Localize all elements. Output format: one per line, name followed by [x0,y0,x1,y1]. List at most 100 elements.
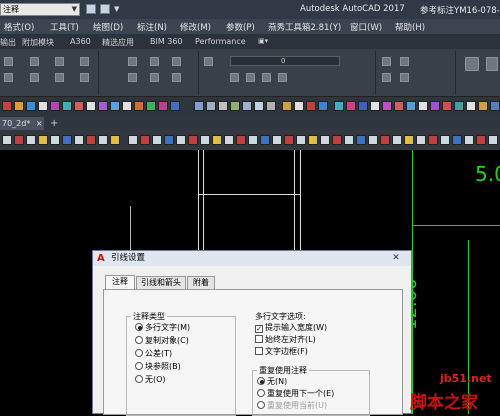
toolbar-tool-icon[interactable] [452,135,462,145]
ribbon-tool-icon[interactable] [465,57,479,71]
checkbox-always-left-justify[interactable]: 始终左对齐(L) [255,335,316,345]
new-tab-button[interactable]: + [50,117,58,130]
ribbon-tool-icon[interactable] [172,57,181,66]
ribbon-tool-icon[interactable] [382,57,391,66]
radio-button[interactable] [135,336,143,344]
toolbar-tool-icon[interactable] [158,101,168,111]
layer-dropdown[interactable]: 0 [230,56,340,66]
radio-reuse-none[interactable]: 无(N) [257,377,287,387]
ribbon-tab-featured-apps[interactable]: 精选应用 [102,37,134,48]
checkbox-frame-text[interactable]: 文字边框(F) [255,347,308,357]
layer-properties-icon[interactable] [204,57,213,66]
toolbar-tool-icon[interactable] [188,135,198,145]
toolbar-tool-icon[interactable] [74,101,84,111]
toolbar-tool-icon[interactable] [382,101,392,111]
toolbar-tool-icon[interactable] [230,101,240,111]
ribbon-tool-icon[interactable] [150,57,159,66]
ribbon-tool-icon[interactable] [230,73,239,82]
toolbar-tool-icon[interactable] [392,135,402,145]
toolbar-tool-icon[interactable] [358,101,368,111]
toolbar-tool-icon[interactable] [74,135,84,145]
toolbar-tool-icon[interactable] [332,135,342,145]
radio-button[interactable] [135,323,143,331]
ribbon-tool-icon[interactable] [382,73,391,82]
toolbar-tool-icon[interactable] [206,101,216,111]
toolbar-tool-icon[interactable] [14,135,24,145]
toolbar-tool-icon[interactable] [170,101,180,111]
ribbon-tab-a360[interactable]: A360 [70,37,91,46]
toolbar-tool-icon[interactable] [86,135,96,145]
ribbon-tool-icon[interactable] [486,57,498,71]
toolbar-tool-icon[interactable] [346,101,356,111]
toolbar-tool-icon[interactable] [212,135,222,145]
toolbar-tool-icon[interactable] [334,101,344,111]
tab-attachment[interactable]: 附着 [187,276,215,290]
radio-none[interactable]: 无(O) [135,375,166,385]
radio-tolerance[interactable]: 公差(T) [135,349,172,359]
menu-parametric[interactable]: 参数(P) [226,21,255,33]
radio-block-reference[interactable]: 块参照(B) [135,362,181,372]
ribbon-tool-icon[interactable] [4,57,13,66]
toolbar-tool-icon[interactable] [488,135,498,145]
toolbar-tool-icon[interactable] [26,101,36,111]
ribbon-tab-bim360[interactable]: BIM 360 [150,37,183,46]
toolbar-tool-icon[interactable] [272,135,282,145]
radio-copy-object[interactable]: 复制对象(C) [135,336,189,346]
toolbar-tool-icon[interactable] [146,101,156,111]
toolbar-tool-icon[interactable] [296,135,306,145]
toolbar-tool-icon[interactable] [38,135,48,145]
menu-draw[interactable]: 绘图(D) [93,21,123,33]
menu-help[interactable]: 帮助(H) [395,21,425,33]
toolbar-tool-icon[interactable] [2,135,12,145]
toolbar-tool-icon[interactable] [50,101,60,111]
menu-dimension[interactable]: 标注(N) [137,21,167,33]
toolbar-tool-icon[interactable] [98,135,108,145]
toolbar-tool-icon[interactable] [110,101,120,111]
toolbar-tool-icon[interactable] [442,101,452,111]
toolbar-tool-icon[interactable] [418,101,428,111]
checkbox-prompt-width[interactable]: ✓ 提示输入宽度(W) [255,323,327,333]
quick-access-more-icon[interactable]: ▼ [114,4,121,14]
toolbar-tool-icon[interactable] [236,135,246,145]
toolbar-tool-icon[interactable] [394,101,404,111]
workspace-dropdown[interactable]: 注释 ▼ [0,3,80,16]
toolbar-tool-icon[interactable] [428,135,438,145]
menu-format[interactable]: 格式(O) [4,21,34,33]
ribbon-collapse-icon[interactable]: ▣▾ [258,37,268,45]
toolbar-tool-icon[interactable] [176,135,186,145]
toolbar-tool-icon[interactable] [260,135,270,145]
radio-mtext[interactable]: 多行文字(M) [135,323,190,333]
ribbon-tool-icon[interactable] [80,73,89,82]
ribbon-tool-icon[interactable] [128,73,137,82]
checkbox[interactable] [255,335,263,343]
toolbar-tool-icon[interactable] [62,101,72,111]
ribbon-tab-performance[interactable]: Performance [195,37,246,46]
toolbar-tool-icon[interactable] [62,135,72,145]
toolbar-tool-icon[interactable] [356,135,366,145]
ribbon-tool-icon[interactable] [4,73,13,82]
tab-annotation[interactable]: 注释 [105,275,135,290]
radio-button[interactable] [135,349,143,357]
radio-reuse-next[interactable]: 重复使用下一个(E) [257,389,334,399]
toolbar-tool-icon[interactable] [50,135,60,145]
radio-button[interactable] [257,377,265,385]
toolbar-tool-icon[interactable] [404,135,414,145]
toolbar-tool-icon[interactable] [464,135,474,145]
ribbon-tool-icon[interactable] [128,57,137,66]
toolbar-tool-icon[interactable] [406,101,416,111]
ribbon-tab-output[interactable]: 输出 [0,37,16,48]
toolbar-tool-icon[interactable] [200,135,210,145]
toolbar-tool-icon[interactable] [86,101,96,111]
ribbon-tool-icon[interactable] [400,57,409,66]
ribbon-tool-icon[interactable] [278,73,287,82]
menu-modify[interactable]: 修改(M) [180,21,211,33]
toolbar-tool-icon[interactable] [454,101,464,111]
checkbox[interactable] [255,347,263,355]
toolbar-tool-icon[interactable] [254,101,264,111]
toolbar-tool-icon[interactable] [344,135,354,145]
toolbar-tool-icon[interactable] [308,135,318,145]
toolbar-tool-icon[interactable] [122,101,132,111]
save-icon[interactable] [86,4,96,14]
toolbar-tool-icon[interactable] [370,101,380,111]
toolbar-tool-icon[interactable] [98,101,108,111]
